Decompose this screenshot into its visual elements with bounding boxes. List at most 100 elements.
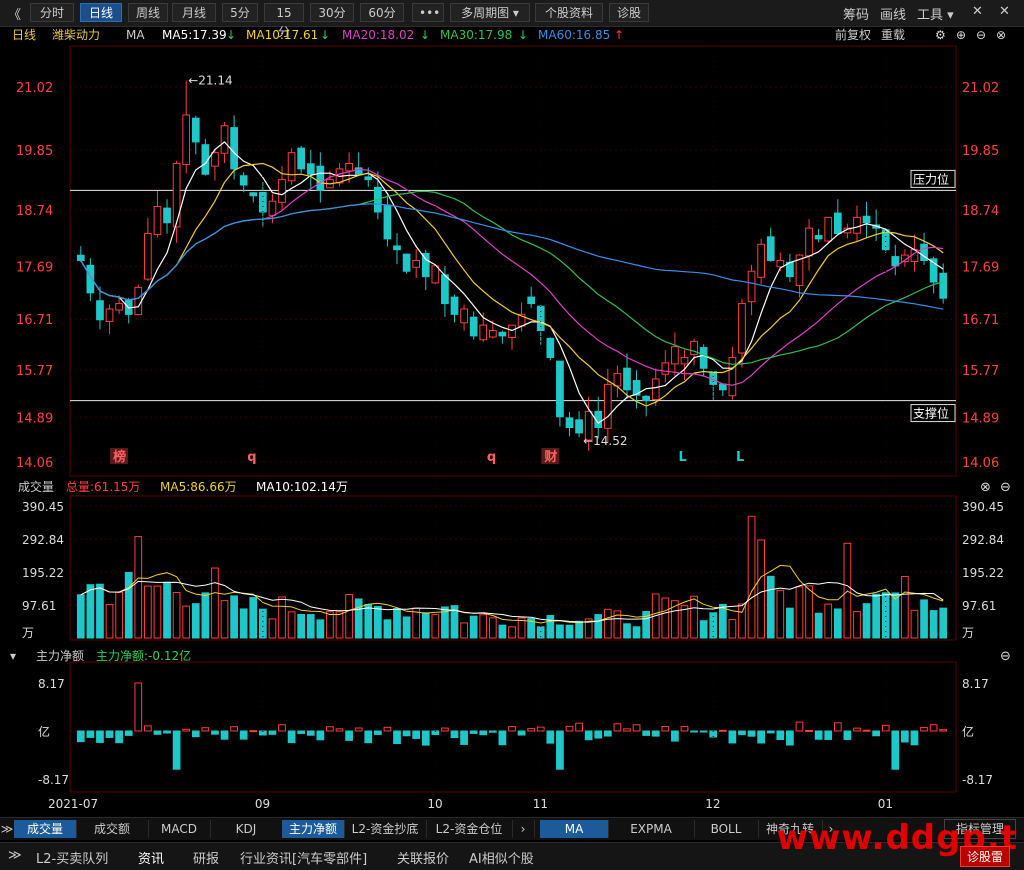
flow-bar (249, 730, 258, 733)
event-marker: L (736, 450, 744, 465)
indicator-tab-tabsB-1[interactable]: EXPMA (608, 820, 695, 838)
volume-bar (910, 609, 919, 639)
candle-body (556, 360, 564, 418)
volume-bar (460, 622, 468, 639)
volume-bar (402, 616, 411, 639)
volume-bar (766, 575, 775, 639)
flow-bar (182, 728, 191, 732)
volume-bar (901, 576, 909, 639)
candle-body (249, 192, 258, 197)
candle-body (508, 324, 516, 339)
candle-body (153, 206, 162, 236)
candle-body (603, 383, 612, 429)
candle-body (862, 215, 871, 224)
indicator-tab-tabsB-2[interactable]: BOLL (694, 820, 759, 838)
research-tab[interactable]: 研报 (193, 848, 219, 867)
kline-chart[interactable]: 21.02 21.02 19.85 19.85 18.74 18.74 17.69 17.69… (0, 0, 1024, 817)
l2-queue-tab[interactable]: L2-买卖队列 (36, 848, 108, 867)
flow-bar (297, 730, 306, 734)
volume-close-icon: ⊗ (980, 480, 991, 495)
volume-bar (718, 603, 727, 639)
volume-bar (738, 603, 746, 639)
volume-bar (326, 611, 334, 639)
flow-bar (498, 730, 507, 746)
volume-bar (345, 594, 353, 639)
info-expand-icon[interactable]: ≫ (8, 848, 22, 863)
flow-bar (517, 730, 526, 736)
candle-body (383, 204, 392, 240)
volume-ma10: MA10:102.14万 (256, 480, 348, 494)
volume-bar (757, 539, 765, 639)
price-tick-left: 14.06 (16, 456, 53, 471)
flow-bar (172, 730, 181, 770)
flow-bar (335, 728, 344, 732)
candle-body (306, 163, 315, 175)
candle-body (642, 395, 651, 402)
flow-bar (757, 730, 765, 744)
volume-bar (795, 586, 804, 639)
volume-bar (86, 584, 95, 639)
diagnose-stock-button[interactable]: 诊股雷 (959, 846, 1010, 867)
x-axis-label: 11 (533, 797, 548, 811)
flow-tick-right: -8.17 (962, 773, 993, 787)
volume-bar (728, 619, 737, 639)
indicator-tab-tabsA-4[interactable]: 主力净额 (282, 820, 345, 838)
volume-bar (115, 591, 123, 639)
flow-bar (163, 730, 171, 734)
volume-bar (786, 607, 794, 639)
price-tick-right: 17.69 (962, 260, 999, 275)
indicator-tab-tabsA-0[interactable]: 成交量 (14, 820, 77, 838)
volume-bar (556, 624, 564, 639)
flow-bar (412, 730, 421, 739)
volume-tick-left: 万 (22, 626, 34, 640)
candle-body (402, 253, 411, 272)
candle-body (134, 286, 143, 316)
tabs-expand-icon[interactable]: ≫ (0, 820, 15, 838)
flow-tick-left: 8.17 (38, 677, 65, 691)
flow-tick-right: 亿 (962, 724, 974, 739)
candle-body (76, 254, 85, 261)
indicator-tab-tabsB-0[interactable]: MA (540, 820, 609, 838)
tabs-next-icon[interactable]: › (512, 820, 535, 838)
flow-bar (853, 727, 861, 732)
price-tick-left: 21.02 (16, 81, 53, 96)
price-tick-left: 17.69 (16, 260, 53, 275)
news-tab[interactable]: 资讯 (138, 848, 164, 867)
candle-body (575, 419, 583, 434)
flow-bar (671, 730, 679, 742)
indicator-tab-tabsA-2[interactable]: MACD (148, 820, 211, 838)
candle-body (364, 176, 373, 181)
flow-bar (843, 730, 852, 740)
volume-bar (191, 603, 200, 639)
indicator-tab-tabsA-5[interactable]: L2-资金抄底 (344, 820, 427, 838)
flow-bar (747, 730, 756, 737)
industry-news-tab[interactable]: 行业资讯[汽车零部件] (240, 848, 367, 867)
flow-bar (402, 730, 411, 737)
candle-body (105, 308, 114, 322)
flow-bar (508, 726, 516, 732)
indicator-tab-tabsA-6[interactable]: L2-资金仓位 (426, 820, 513, 838)
flow-bar (469, 730, 478, 734)
related-quote-tab[interactable]: 关联报价 (397, 848, 449, 867)
ma5-line (80, 141, 944, 425)
flow-bar (76, 730, 85, 743)
candle-body (776, 259, 785, 268)
candle-body (824, 216, 833, 242)
candle-body (345, 162, 353, 172)
price-tick-right: 21.02 (962, 81, 999, 96)
indicator-tab-tabsA-3[interactable]: KDJ (210, 820, 283, 838)
x-axis-label: 2021-07 (48, 797, 98, 811)
indicator-tab-tabsA-1[interactable]: 成交额 (76, 820, 149, 838)
flow-bar (316, 730, 325, 741)
flow-bar (488, 730, 497, 733)
flow-bar (527, 728, 536, 732)
volume-bar (105, 603, 114, 639)
candle-body (230, 127, 238, 170)
flow-tick-right: 8.17 (962, 677, 989, 691)
ai-similar-tab[interactable]: AI相似个股 (469, 848, 534, 867)
volume-bar (565, 624, 574, 639)
volume-bar (623, 623, 631, 639)
candle-body (316, 165, 325, 191)
flow-bar (86, 730, 95, 738)
flow-bar (833, 722, 842, 732)
